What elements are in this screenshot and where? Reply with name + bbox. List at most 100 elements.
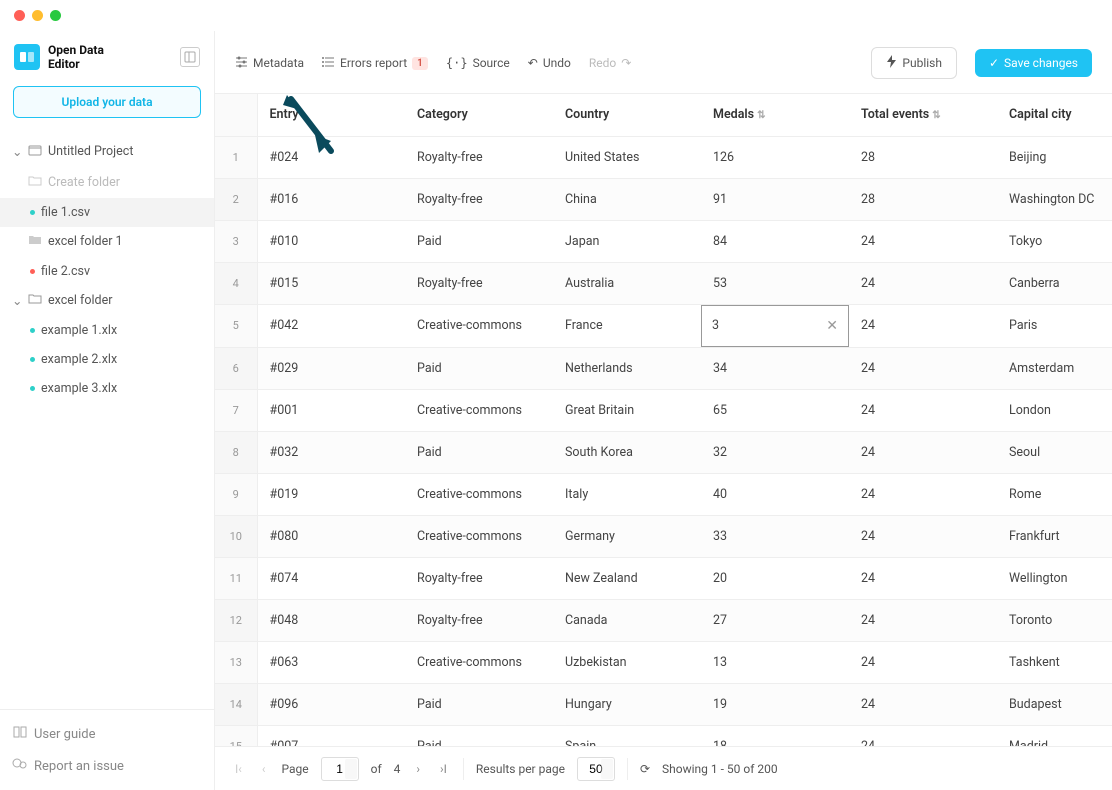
cell[interactable]: New Zealand: [553, 557, 701, 599]
cell[interactable]: #019: [257, 473, 405, 515]
cell[interactable]: 20: [701, 557, 849, 599]
table-row[interactable]: 1#024Royalty-freeUnited States12628Beiji…: [215, 136, 1112, 178]
cell[interactable]: Toronto: [997, 599, 1112, 641]
cell[interactable]: 65: [701, 389, 849, 431]
cell[interactable]: 24: [849, 683, 997, 725]
cell[interactable]: 53: [701, 262, 849, 304]
minimize-window-icon[interactable]: [32, 10, 43, 21]
table-row[interactable]: 11#074Royalty-freeNew Zealand2024Welling…: [215, 557, 1112, 599]
cell[interactable]: Italy: [553, 473, 701, 515]
cell[interactable]: Germany: [553, 515, 701, 557]
column-header-events[interactable]: Total events⇅: [849, 94, 997, 136]
cell[interactable]: 24: [849, 262, 997, 304]
cell[interactable]: 24: [849, 725, 997, 746]
undo-button[interactable]: ↶ Undo: [528, 56, 571, 70]
cell[interactable]: #042: [257, 304, 405, 347]
file-item-example3[interactable]: example 3.xlx: [0, 374, 214, 403]
file-item-example1[interactable]: example 1.xlx: [0, 316, 214, 345]
cell[interactable]: 24: [849, 557, 997, 599]
last-page-button[interactable]: ›I: [436, 760, 451, 778]
cell[interactable]: Paid: [405, 347, 553, 389]
cell[interactable]: Royalty-free: [405, 262, 553, 304]
cell[interactable]: Seoul: [997, 431, 1112, 473]
cell[interactable]: #024: [257, 136, 405, 178]
cell[interactable]: Hungary: [553, 683, 701, 725]
cell[interactable]: #007: [257, 725, 405, 746]
cell[interactable]: Japan: [553, 220, 701, 262]
cell[interactable]: Canada: [553, 599, 701, 641]
cell[interactable]: Paid: [405, 220, 553, 262]
column-header-city[interactable]: Capital city: [997, 94, 1112, 136]
cell[interactable]: #074: [257, 557, 405, 599]
table-row[interactable]: 3#010PaidJapan8424Tokyo: [215, 220, 1112, 262]
cell[interactable]: Uzbekistan: [553, 641, 701, 683]
cell[interactable]: 28: [849, 178, 997, 220]
clear-cell-icon[interactable]: ✕: [826, 318, 838, 334]
cell[interactable]: 18: [701, 725, 849, 746]
table-row[interactable]: 4#015Royalty-freeAustralia5324Canberra: [215, 262, 1112, 304]
table-row[interactable]: 14#096PaidHungary1924Budapest: [215, 683, 1112, 725]
table-row[interactable]: 15#007PaidSpain1824Madrid: [215, 725, 1112, 746]
cell[interactable]: #048: [257, 599, 405, 641]
file-item-example2[interactable]: example 2.xlx: [0, 345, 214, 374]
cell[interactable]: Creative-commons: [405, 304, 553, 347]
cell[interactable]: 126: [701, 136, 849, 178]
cell[interactable]: 24: [849, 641, 997, 683]
cell[interactable]: 33: [701, 515, 849, 557]
cell[interactable]: Madrid: [997, 725, 1112, 746]
cell[interactable]: Budapest: [997, 683, 1112, 725]
project-root[interactable]: ⌄ Untitled Project: [0, 136, 214, 168]
column-header-medals[interactable]: Medals⇅: [701, 94, 849, 136]
file-item-file1[interactable]: file 1.csv: [0, 198, 214, 227]
file-item-file2[interactable]: file 2.csv: [0, 257, 214, 286]
maximize-window-icon[interactable]: [50, 10, 61, 21]
cell[interactable]: 24: [849, 347, 997, 389]
cell[interactable]: Paris: [997, 304, 1112, 347]
cell[interactable]: 24: [849, 599, 997, 641]
cell[interactable]: #001: [257, 389, 405, 431]
cell[interactable]: Rome: [997, 473, 1112, 515]
cell[interactable]: 40: [701, 473, 849, 515]
upload-button[interactable]: Upload your data: [13, 86, 201, 118]
cell[interactable]: #080: [257, 515, 405, 557]
cell[interactable]: Royalty-free: [405, 136, 553, 178]
cell[interactable]: Netherlands: [553, 347, 701, 389]
cell[interactable]: Creative-commons: [405, 515, 553, 557]
prev-page-button[interactable]: ‹: [258, 760, 270, 778]
redo-button[interactable]: Redo ↷: [589, 56, 631, 70]
first-page-button[interactable]: I‹: [231, 760, 246, 778]
cell[interactable]: Creative-commons: [405, 473, 553, 515]
page-input[interactable]: [321, 757, 359, 781]
cell[interactable]: 91: [701, 178, 849, 220]
cell[interactable]: 24: [849, 304, 997, 347]
user-guide-button[interactable]: User guide: [0, 718, 214, 750]
cell[interactable]: 13: [701, 641, 849, 683]
publish-button[interactable]: Publish: [871, 47, 957, 79]
cell[interactable]: Beijing: [997, 136, 1112, 178]
table-row[interactable]: 2#016Royalty-freeChina9128Washington DC: [215, 178, 1112, 220]
cell[interactable]: 24: [849, 515, 997, 557]
column-header-entry[interactable]: Entry: [257, 94, 405, 136]
cell[interactable]: 3✕: [701, 304, 849, 347]
table-row[interactable]: 5#042Creative-commonsFrance3✕24Paris: [215, 304, 1112, 347]
cell[interactable]: #063: [257, 641, 405, 683]
cell[interactable]: #096: [257, 683, 405, 725]
cell[interactable]: 24: [849, 473, 997, 515]
cell[interactable]: Tashkent: [997, 641, 1112, 683]
panel-toggle-icon[interactable]: [180, 47, 200, 67]
cell[interactable]: Creative-commons: [405, 389, 553, 431]
cell[interactable]: South Korea: [553, 431, 701, 473]
table-row[interactable]: 7#001Creative-commonsGreat Britain6524Lo…: [215, 389, 1112, 431]
cell[interactable]: Washington DC: [997, 178, 1112, 220]
next-page-button[interactable]: ›: [412, 760, 424, 778]
cell[interactable]: #029: [257, 347, 405, 389]
cell[interactable]: #010: [257, 220, 405, 262]
cell[interactable]: Great Britain: [553, 389, 701, 431]
rpp-input[interactable]: [577, 757, 615, 781]
data-grid[interactable]: Entry Category Country Medals⇅ Total eve…: [215, 94, 1112, 746]
cell[interactable]: London: [997, 389, 1112, 431]
table-row[interactable]: 10#080Creative-commonsGermany3324Frankfu…: [215, 515, 1112, 557]
cell[interactable]: Tokyo: [997, 220, 1112, 262]
cell[interactable]: Spain: [553, 725, 701, 746]
cell[interactable]: United States: [553, 136, 701, 178]
